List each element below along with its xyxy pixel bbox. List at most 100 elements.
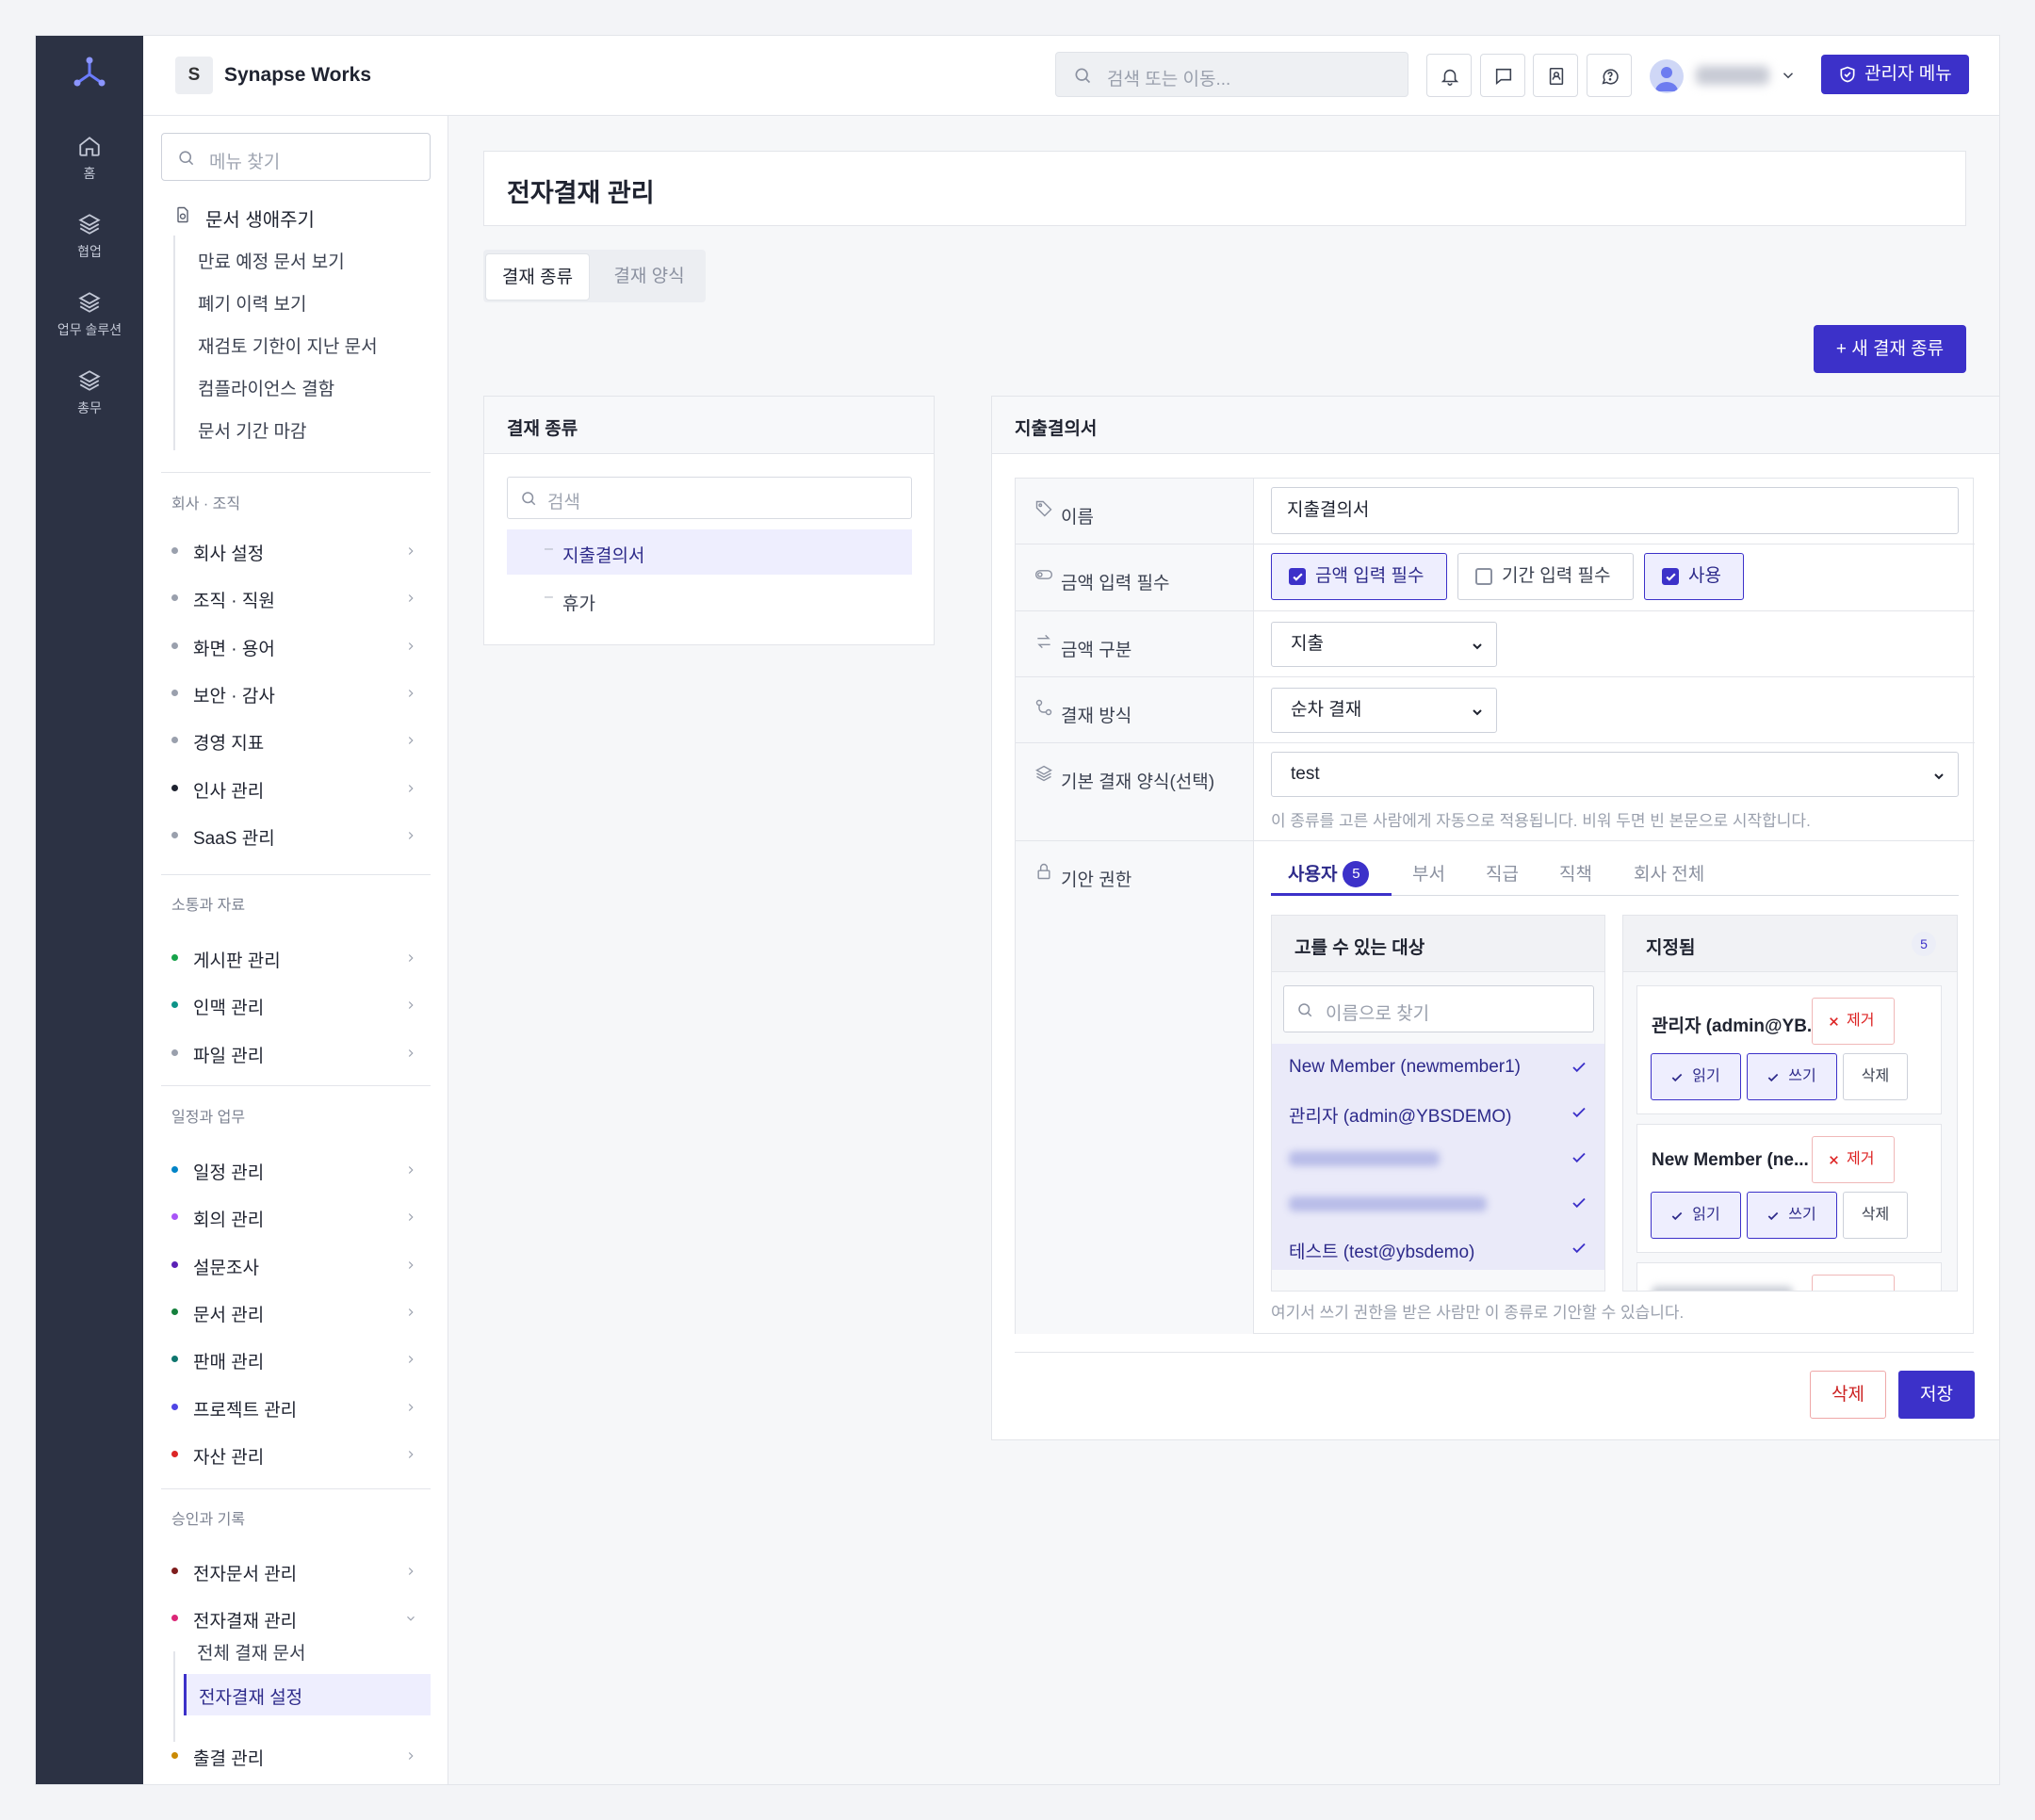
candidate-row[interactable] (1272, 1179, 1604, 1225)
sidebar-item[interactable]: 화면 · 용어 (161, 629, 431, 663)
chevron-right-icon (408, 642, 414, 650)
sidebar-item[interactable]: 문서 관리 (161, 1295, 431, 1329)
avatar[interactable] (1650, 59, 1684, 93)
toggle-icon (1034, 570, 1053, 579)
rail-item-general-affairs[interactable]: 총무 (36, 368, 143, 417)
default-form-select[interactable]: test (1271, 752, 1959, 797)
user-name-redacted[interactable] (1696, 66, 1769, 85)
approval-type-search-input[interactable]: 검색 (507, 477, 912, 519)
rail-item-home[interactable]: 홈 (36, 134, 143, 183)
sidebar-item[interactable]: 인맥 관리 (161, 988, 431, 1022)
subtab-departments[interactable]: 부서 (1412, 860, 1445, 886)
workspace-name[interactable]: Synapse Works (224, 64, 371, 87)
delete-button[interactable]: 삭제 (1810, 1371, 1886, 1419)
sidebar-group-document-lifecycle[interactable]: 문서 생애주기 (173, 204, 315, 232)
remove-button[interactable]: 제거 (1812, 1136, 1895, 1183)
write-permission-toggle[interactable]: 쓰기 (1747, 1192, 1837, 1239)
app-logo-icon[interactable] (71, 55, 108, 92)
list-item[interactable]: – 휴가 (507, 577, 912, 623)
tree-dash: – (545, 589, 553, 605)
sidebar-item[interactable]: 자산 관리 (161, 1438, 431, 1471)
global-search-input[interactable]: 검색 또는 이동... (1055, 52, 1408, 97)
tab-approval-types[interactable]: 결재 종류 (485, 253, 590, 301)
sidebar-item-approval-settings[interactable]: 전자결재 설정 (184, 1674, 431, 1715)
candidate-row[interactable]: 테스트 (test@ybsdemo) (1272, 1225, 1604, 1270)
sidebar-item[interactable]: 보안 · 감사 (161, 676, 431, 710)
candidates-title: 고를 수 있는 대상 (1294, 938, 1425, 958)
approval-type-form: 이름 지출결의서 금액 입력 필수 금액 입력 필수 기간 입력 필수 사용 금… (1015, 478, 1975, 1334)
candidate-row[interactable]: New Member (newmember1) (1272, 1044, 1604, 1089)
sidebar-item[interactable]: 일정 관리 (161, 1153, 431, 1187)
sidebar-item-overdue-review[interactable]: 재검토 기한이 지난 문서 (198, 333, 378, 358)
sidebar-item[interactable]: 전자결재 관리 (161, 1601, 431, 1635)
name-search-input[interactable]: 이름으로 찾기 (1283, 985, 1594, 1032)
help-button[interactable] (1587, 54, 1632, 97)
menu-search-input[interactable]: 메뉴 찾기 (161, 133, 431, 181)
status-dot (171, 547, 178, 554)
remove-button[interactable] (1812, 1275, 1895, 1291)
read-permission-toggle[interactable]: 읽기 (1651, 1192, 1741, 1239)
chevron-right-icon (408, 594, 414, 602)
sidebar-item-label: 화면 · 용어 (193, 640, 275, 659)
sidebar-item-label: 프로젝트 관리 (193, 1401, 298, 1421)
remove-label: 제거 (1847, 1013, 1875, 1029)
checkbox-checked-icon (1289, 568, 1306, 585)
sidebar-item-document-period-close[interactable]: 문서 기간 마감 (198, 417, 306, 443)
messages-button[interactable] (1480, 54, 1525, 97)
sidebar-item[interactable]: 경영 지표 (161, 723, 431, 757)
save-button[interactable]: 저장 (1898, 1371, 1975, 1419)
sidebar-item-compliance-defects[interactable]: 컴플라이언스 결함 (198, 375, 334, 400)
workspace-badge[interactable]: S (175, 57, 213, 94)
read-permission-toggle[interactable]: 읽기 (1651, 1053, 1741, 1100)
candidate-row[interactable] (1272, 1134, 1604, 1179)
form-label-text: 결재 방식 (1061, 707, 1132, 726)
sidebar-item[interactable]: 회의 관리 (161, 1200, 431, 1234)
sidebar-item-disposal-history[interactable]: 폐기 이력 보기 (198, 290, 306, 316)
notifications-button[interactable] (1426, 54, 1472, 97)
list-item-label: 휴가 (562, 594, 595, 614)
sidebar-item-all-approvals[interactable]: 전체 결재 문서 (197, 1639, 305, 1665)
sidebar-item[interactable]: 파일 관리 (161, 1036, 431, 1070)
admin-menu-button[interactable]: 관리자 메뉴 (1821, 55, 1969, 94)
candidate-row[interactable]: 관리자 (admin@YBSDEMO) (1272, 1089, 1604, 1134)
period-required-checkbox[interactable]: 기간 입력 필수 (1457, 553, 1634, 600)
subtab-whole-company[interactable]: 회사 전체 (1634, 860, 1704, 886)
sidebar-item[interactable]: 전자문서 관리 (161, 1554, 431, 1588)
sidebar-item[interactable]: 설문조사 (161, 1248, 431, 1282)
sidebar-item[interactable]: 프로젝트 관리 (161, 1390, 431, 1424)
subtab-positions[interactable]: 직책 (1559, 860, 1592, 886)
sidebar-item[interactable]: 인사 관리 (161, 772, 431, 805)
sidebar-item[interactable]: 회사 설정 (161, 534, 431, 568)
delete-permission-toggle[interactable]: 삭제 (1843, 1053, 1908, 1100)
sidebar-item[interactable]: 게시판 관리 (161, 941, 431, 975)
remove-button[interactable]: 제거 (1812, 998, 1895, 1045)
sidebar-item[interactable]: SaaS 관리 (161, 819, 431, 853)
chevron-right-icon (408, 547, 414, 555)
sidebar-item[interactable]: 조직 · 직원 (161, 581, 431, 615)
form-row-draft-permission: 기안 권한 사용자 5 부서 직급 직책 회사 전체 고를 수 있는 대상 이름… (1016, 841, 1975, 1334)
tab-approval-forms[interactable]: 결재 양식 (593, 253, 706, 301)
amount-required-checkbox[interactable]: 금액 입력 필수 (1271, 553, 1447, 600)
subtab-grades[interactable]: 직급 (1486, 860, 1519, 886)
list-item[interactable]: – 지출결의서 (507, 529, 912, 575)
name-field[interactable]: 지출결의서 (1271, 487, 1959, 534)
new-approval-type-button[interactable]: + 새 결재 종류 (1814, 325, 1966, 373)
search-icon (1298, 1003, 1312, 1017)
chevron-down-icon[interactable] (1780, 67, 1797, 84)
write-permission-toggle[interactable]: 쓰기 (1747, 1053, 1837, 1100)
contacts-button[interactable] (1533, 54, 1578, 97)
approval-method-select[interactable]: 순차 결재 (1271, 688, 1497, 733)
delete-permission-toggle[interactable]: 삭제 (1843, 1192, 1908, 1239)
status-dot (171, 832, 178, 838)
subtab-users[interactable]: 사용자 5 (1288, 860, 1370, 887)
flow-icon (1035, 699, 1052, 716)
check-icon (1572, 1152, 1586, 1163)
status-dot (171, 1356, 178, 1362)
rail-item-work-solutions[interactable]: 업무 솔루션 (36, 290, 143, 339)
sidebar-item[interactable]: 판매 관리 (161, 1342, 431, 1376)
enabled-checkbox[interactable]: 사용 (1644, 553, 1744, 600)
sidebar-item-expiring-docs[interactable]: 만료 예정 문서 보기 (198, 248, 345, 273)
rail-item-collab[interactable]: 협업 (36, 212, 143, 261)
amount-type-select[interactable]: 지출 (1271, 622, 1497, 667)
sidebar-item[interactable]: 출결 관리 (161, 1739, 431, 1773)
